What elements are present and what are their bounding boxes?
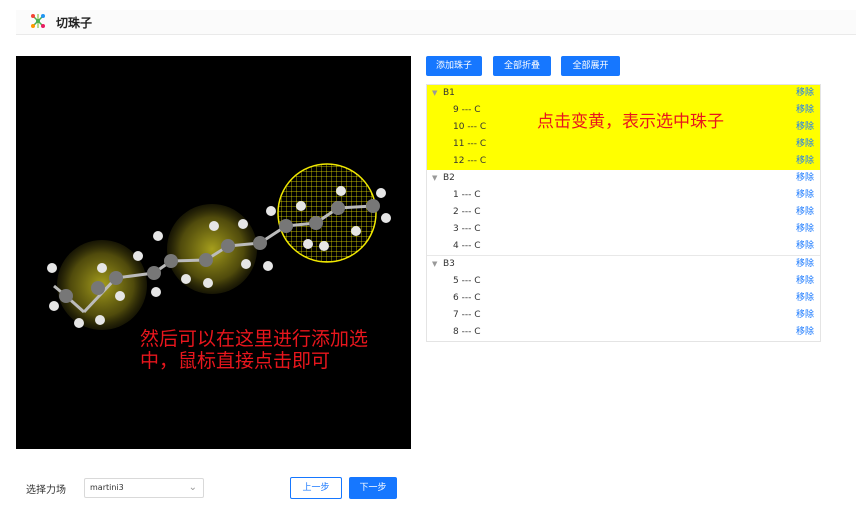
- remove-button[interactable]: 移除: [796, 238, 814, 255]
- molecule-viewer[interactable]: 然后可以在这里进行添加选中，鼠标直接点击即可: [16, 56, 411, 449]
- tree-item[interactable]: 12 --- C 移除: [427, 153, 820, 170]
- forcefield-select[interactable]: martini3 ⌄: [84, 478, 204, 498]
- tree-item[interactable]: 11 --- C 移除: [427, 136, 820, 153]
- chevron-down-icon[interactable]: ▼: [432, 170, 437, 187]
- remove-button[interactable]: 移除: [796, 204, 814, 221]
- atom-label: 6 --- C: [453, 293, 481, 303]
- tree-item[interactable]: 1 --- C 移除: [427, 187, 820, 204]
- forcefield-value: martini3: [90, 483, 124, 492]
- add-bead-button[interactable]: 添加珠子: [426, 56, 482, 76]
- group-label: B3: [443, 259, 455, 269]
- atom-label: 9 --- C: [453, 105, 481, 115]
- atom-label: 1 --- C: [453, 190, 481, 200]
- atom-label: 11 --- C: [453, 139, 487, 149]
- viewer-annotation: 然后可以在这里进行添加选中，鼠标直接点击即可: [140, 328, 369, 372]
- tree-item[interactable]: 5 --- C 移除: [427, 273, 820, 290]
- remove-button[interactable]: 移除: [796, 153, 814, 170]
- bead-tree: 点击变黄，表示选中珠子 ▼ B1 移除 9 --- C 移除 10 --- C …: [426, 84, 821, 342]
- tree-item[interactable]: 7 --- C 移除: [427, 307, 820, 324]
- remove-button[interactable]: 移除: [796, 273, 814, 290]
- page-header: 切珠子: [16, 10, 856, 35]
- chevron-down-icon: ⌄: [188, 482, 197, 493]
- remove-button[interactable]: 移除: [796, 324, 814, 341]
- remove-button[interactable]: 移除: [796, 119, 814, 136]
- atom-label: 10 --- C: [453, 122, 487, 132]
- footer-bar: 选择力场 martini3 ⌄ 上一步 下一步: [16, 473, 409, 505]
- remove-button[interactable]: 移除: [796, 187, 814, 204]
- chevron-down-icon[interactable]: ▼: [432, 85, 437, 102]
- forcefield-label: 选择力场: [26, 485, 66, 496]
- prev-step-button[interactable]: 上一步: [290, 477, 342, 499]
- molecule-canvas[interactable]: [16, 56, 411, 449]
- tree-item[interactable]: 6 --- C 移除: [427, 290, 820, 307]
- remove-button[interactable]: 移除: [796, 170, 814, 187]
- tree-item[interactable]: 9 --- C 移除: [427, 102, 820, 119]
- remove-button[interactable]: 移除: [796, 307, 814, 324]
- tree-item[interactable]: 10 --- C 移除: [427, 119, 820, 136]
- tree-group-b1[interactable]: ▼ B1 移除: [427, 85, 820, 102]
- remove-button[interactable]: 移除: [796, 85, 814, 102]
- group-label: B2: [443, 173, 455, 183]
- tree-group-b3[interactable]: ▼ B3 移除: [427, 256, 820, 273]
- tree-item[interactable]: 2 --- C 移除: [427, 204, 820, 221]
- remove-button[interactable]: 移除: [796, 256, 814, 273]
- tree-item[interactable]: 4 --- C 移除: [427, 238, 820, 255]
- atom-label: 4 --- C: [453, 241, 481, 251]
- remove-button[interactable]: 移除: [796, 221, 814, 238]
- remove-button[interactable]: 移除: [796, 290, 814, 307]
- page-title: 切珠子: [56, 16, 93, 30]
- atom-label: 8 --- C: [453, 327, 481, 337]
- atom-label: 12 --- C: [453, 156, 487, 166]
- tree-item[interactable]: 3 --- C 移除: [427, 221, 820, 238]
- remove-button[interactable]: 移除: [796, 102, 814, 119]
- remove-button[interactable]: 移除: [796, 136, 814, 153]
- tree-group-b2[interactable]: ▼ B2 移除: [427, 170, 820, 187]
- atom-label: 7 --- C: [453, 310, 481, 320]
- group-label: B1: [443, 88, 455, 98]
- atom-label: 5 --- C: [453, 276, 481, 286]
- tree-item[interactable]: 8 --- C 移除: [427, 324, 820, 341]
- expand-all-button[interactable]: 全部展开: [561, 56, 620, 76]
- next-step-button[interactable]: 下一步: [349, 477, 397, 499]
- chevron-down-icon[interactable]: ▼: [432, 256, 437, 273]
- atom-label: 2 --- C: [453, 207, 481, 217]
- molecule-icon: [31, 14, 45, 28]
- collapse-all-button[interactable]: 全部折叠: [493, 56, 551, 76]
- atom-label: 3 --- C: [453, 224, 481, 234]
